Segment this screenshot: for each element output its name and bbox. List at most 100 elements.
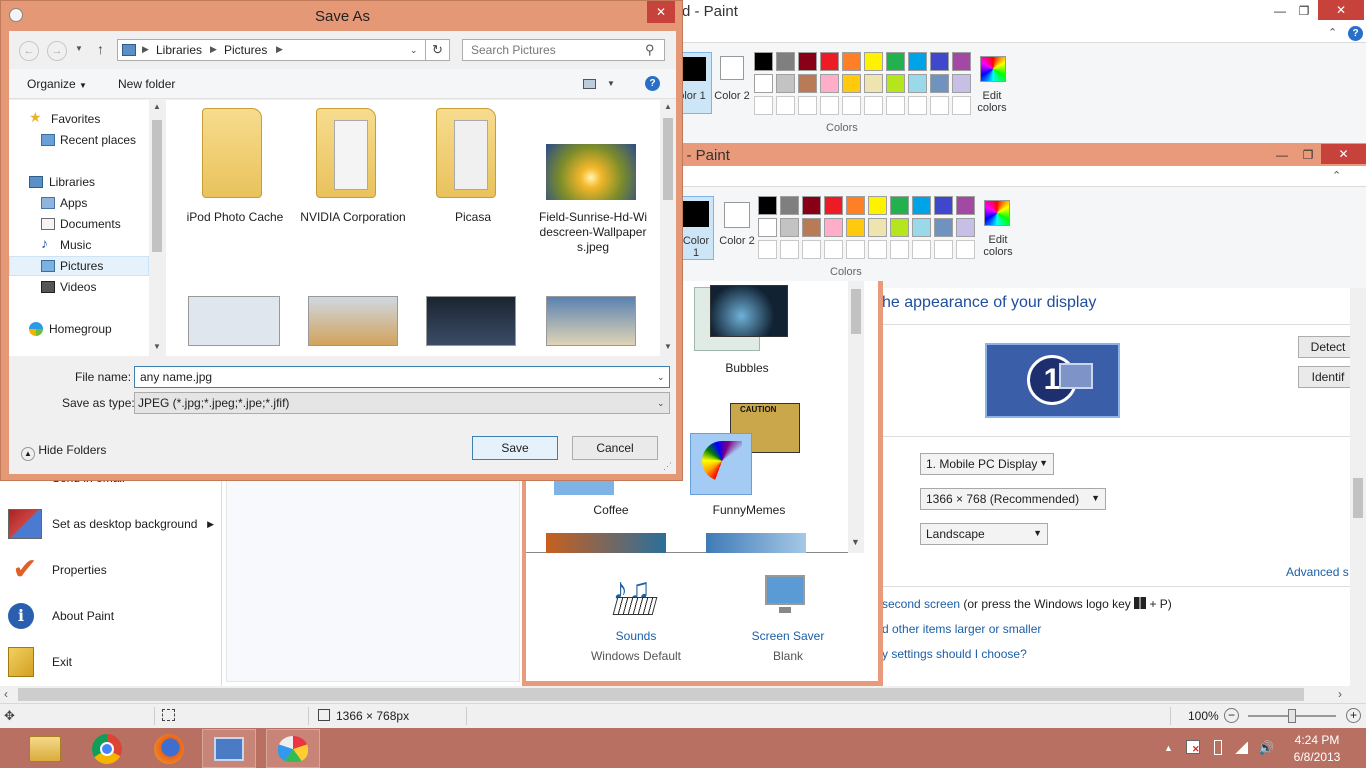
color-swatch[interactable]	[952, 96, 971, 115]
color-swatch[interactable]	[846, 240, 865, 259]
tree-recent-places[interactable]: Recent places	[60, 133, 136, 147]
zoom-in-button[interactable]: +	[1346, 708, 1361, 723]
tree-homegroup[interactable]: Homegroup	[49, 322, 112, 336]
color-swatch[interactable]	[952, 74, 971, 93]
scroll-right-icon[interactable]: ›	[1338, 687, 1342, 701]
file-scrollbar[interactable]: ▲ ▼	[660, 100, 676, 356]
taskbar-file-explorer[interactable]	[18, 729, 72, 768]
color-swatch[interactable]	[824, 218, 843, 237]
orientation-select[interactable]: Landscape ▼	[920, 523, 1048, 545]
menu-properties[interactable]: ✔ Properties	[8, 550, 218, 590]
color-swatch[interactable]	[798, 52, 817, 71]
tree-favorites[interactable]: Favorites	[51, 112, 100, 126]
color-swatch[interactable]	[934, 240, 953, 259]
color-swatch[interactable]	[754, 74, 773, 93]
detect-button[interactable]: Detect	[1298, 336, 1358, 358]
identify-button[interactable]: Identif	[1298, 366, 1358, 388]
advanced-settings-link[interactable]: Advanced s	[1286, 565, 1349, 579]
color1-selector[interactable]	[678, 52, 712, 114]
help-icon[interactable]: ?	[1348, 26, 1363, 41]
display-select[interactable]: 1. Mobile PC Display ▼	[920, 453, 1054, 475]
color-swatch[interactable]	[776, 96, 795, 115]
search-input[interactable]: Search Pictures ⚲	[462, 39, 665, 61]
color-swatch[interactable]	[890, 218, 909, 237]
image-thumbnail[interactable]	[308, 296, 398, 346]
edit-colors-button[interactable]: Edit colors	[974, 52, 1014, 118]
help-icon[interactable]: ?	[645, 76, 660, 91]
file-item[interactable]: iPod Photo Cache	[176, 106, 296, 238]
color2-selector[interactable]	[724, 202, 750, 228]
chevron-down-icon[interactable]: ⌄	[657, 372, 665, 383]
color-swatch[interactable]	[890, 196, 909, 215]
color-swatch[interactable]	[890, 240, 909, 259]
color-swatch[interactable]	[846, 218, 865, 237]
color-swatch[interactable]	[802, 218, 821, 237]
close-button[interactable]: ✕	[1318, 0, 1364, 20]
color-swatch[interactable]	[930, 74, 949, 93]
scroll-down-icon[interactable]: ▼	[664, 342, 672, 351]
tray-volume-icon[interactable]: 🔊	[1258, 740, 1274, 756]
color-swatch[interactable]	[820, 74, 839, 93]
cancel-button[interactable]: Cancel	[572, 436, 658, 460]
hide-folders-button[interactable]: ▲ Hide Folders	[21, 443, 106, 461]
color-swatch[interactable]	[754, 52, 773, 71]
tree-apps[interactable]: Apps	[60, 196, 87, 210]
color-swatch[interactable]	[908, 74, 927, 93]
theme-funnymemes[interactable]: CAUTION FunnyMemes	[684, 399, 814, 517]
tree-documents[interactable]: Documents	[60, 217, 121, 231]
color-swatch[interactable]	[934, 218, 953, 237]
text-size-link[interactable]: d other items larger or smaller	[882, 622, 1041, 636]
address-bar[interactable]: ▶ Libraries ▶ Pictures ▶ ⌄	[117, 39, 426, 61]
sounds-item[interactable]: ♪♫ Sounds Windows Default	[581, 573, 691, 664]
scrollbar[interactable]: ▼	[848, 281, 864, 553]
menu-about-paint[interactable]: i About Paint	[8, 596, 218, 636]
maximize-button[interactable]: ❐	[1290, 2, 1318, 20]
chevron-down-icon[interactable]: ⌄	[410, 45, 418, 56]
up-button[interactable]: ↑	[97, 41, 104, 57]
tree-music[interactable]: Music	[60, 238, 91, 252]
nav-scrollbar[interactable]: ▲ ▼	[149, 100, 165, 356]
scroll-down-icon[interactable]: ▼	[851, 537, 860, 547]
resolution-select[interactable]: 1366 × 768 (Recommended) ▼	[920, 488, 1106, 510]
help-choose-link[interactable]: y settings should I choose?	[882, 647, 1027, 661]
color-swatch[interactable]	[952, 52, 971, 71]
color-swatch[interactable]	[886, 74, 905, 93]
edit-colors-button[interactable]: Edit colors	[978, 196, 1018, 262]
taskbar-control-panel[interactable]	[202, 729, 256, 768]
color-swatch[interactable]	[886, 96, 905, 115]
image-thumbnail[interactable]	[546, 296, 636, 346]
color-swatch[interactable]	[930, 96, 949, 115]
scrollbar[interactable]	[1350, 288, 1366, 686]
breadcrumb-pictures[interactable]: Pictures	[224, 43, 267, 57]
close-button[interactable]: ✕	[1321, 144, 1366, 164]
color-swatch[interactable]	[758, 240, 777, 259]
taskbar-paint[interactable]	[266, 729, 320, 768]
screensaver-item[interactable]: Screen Saver Blank	[733, 573, 843, 663]
tray-show-hidden-icon[interactable]: ▲	[1164, 743, 1173, 753]
color-swatch[interactable]	[846, 196, 865, 215]
recent-locations-icon[interactable]: ▼	[75, 44, 83, 53]
taskbar-firefox[interactable]	[142, 729, 196, 768]
color-swatch[interactable]	[908, 96, 927, 115]
color-swatch[interactable]	[912, 196, 931, 215]
organize-button[interactable]: Organize ▼	[27, 77, 87, 91]
file-item[interactable]: Field-Sunrise-Hd-Widescreen-Wallpapers.j…	[534, 106, 654, 256]
color-swatch[interactable]	[956, 240, 975, 259]
new-folder-button[interactable]: New folder	[118, 77, 175, 91]
color-swatch[interactable]	[864, 52, 883, 71]
tray-action-center-icon[interactable]: ✕	[1186, 740, 1200, 754]
image-thumbnail[interactable]	[188, 296, 280, 346]
menu-set-desktop-background[interactable]: Set as desktop background ▶	[8, 504, 218, 544]
color-swatch[interactable]	[780, 240, 799, 259]
color-swatch[interactable]	[776, 52, 795, 71]
color-swatch[interactable]	[754, 96, 773, 115]
menu-exit[interactable]: Exit	[8, 642, 218, 682]
back-button[interactable]: ←	[19, 41, 39, 61]
close-button[interactable]: ✕	[647, 1, 675, 23]
color-swatch[interactable]	[912, 240, 931, 259]
color-swatch[interactable]	[758, 196, 777, 215]
zoom-slider-thumb[interactable]	[1288, 709, 1296, 723]
color-swatch[interactable]	[824, 240, 843, 259]
color-swatch[interactable]	[930, 52, 949, 71]
breadcrumb-libraries[interactable]: Libraries	[156, 43, 202, 57]
